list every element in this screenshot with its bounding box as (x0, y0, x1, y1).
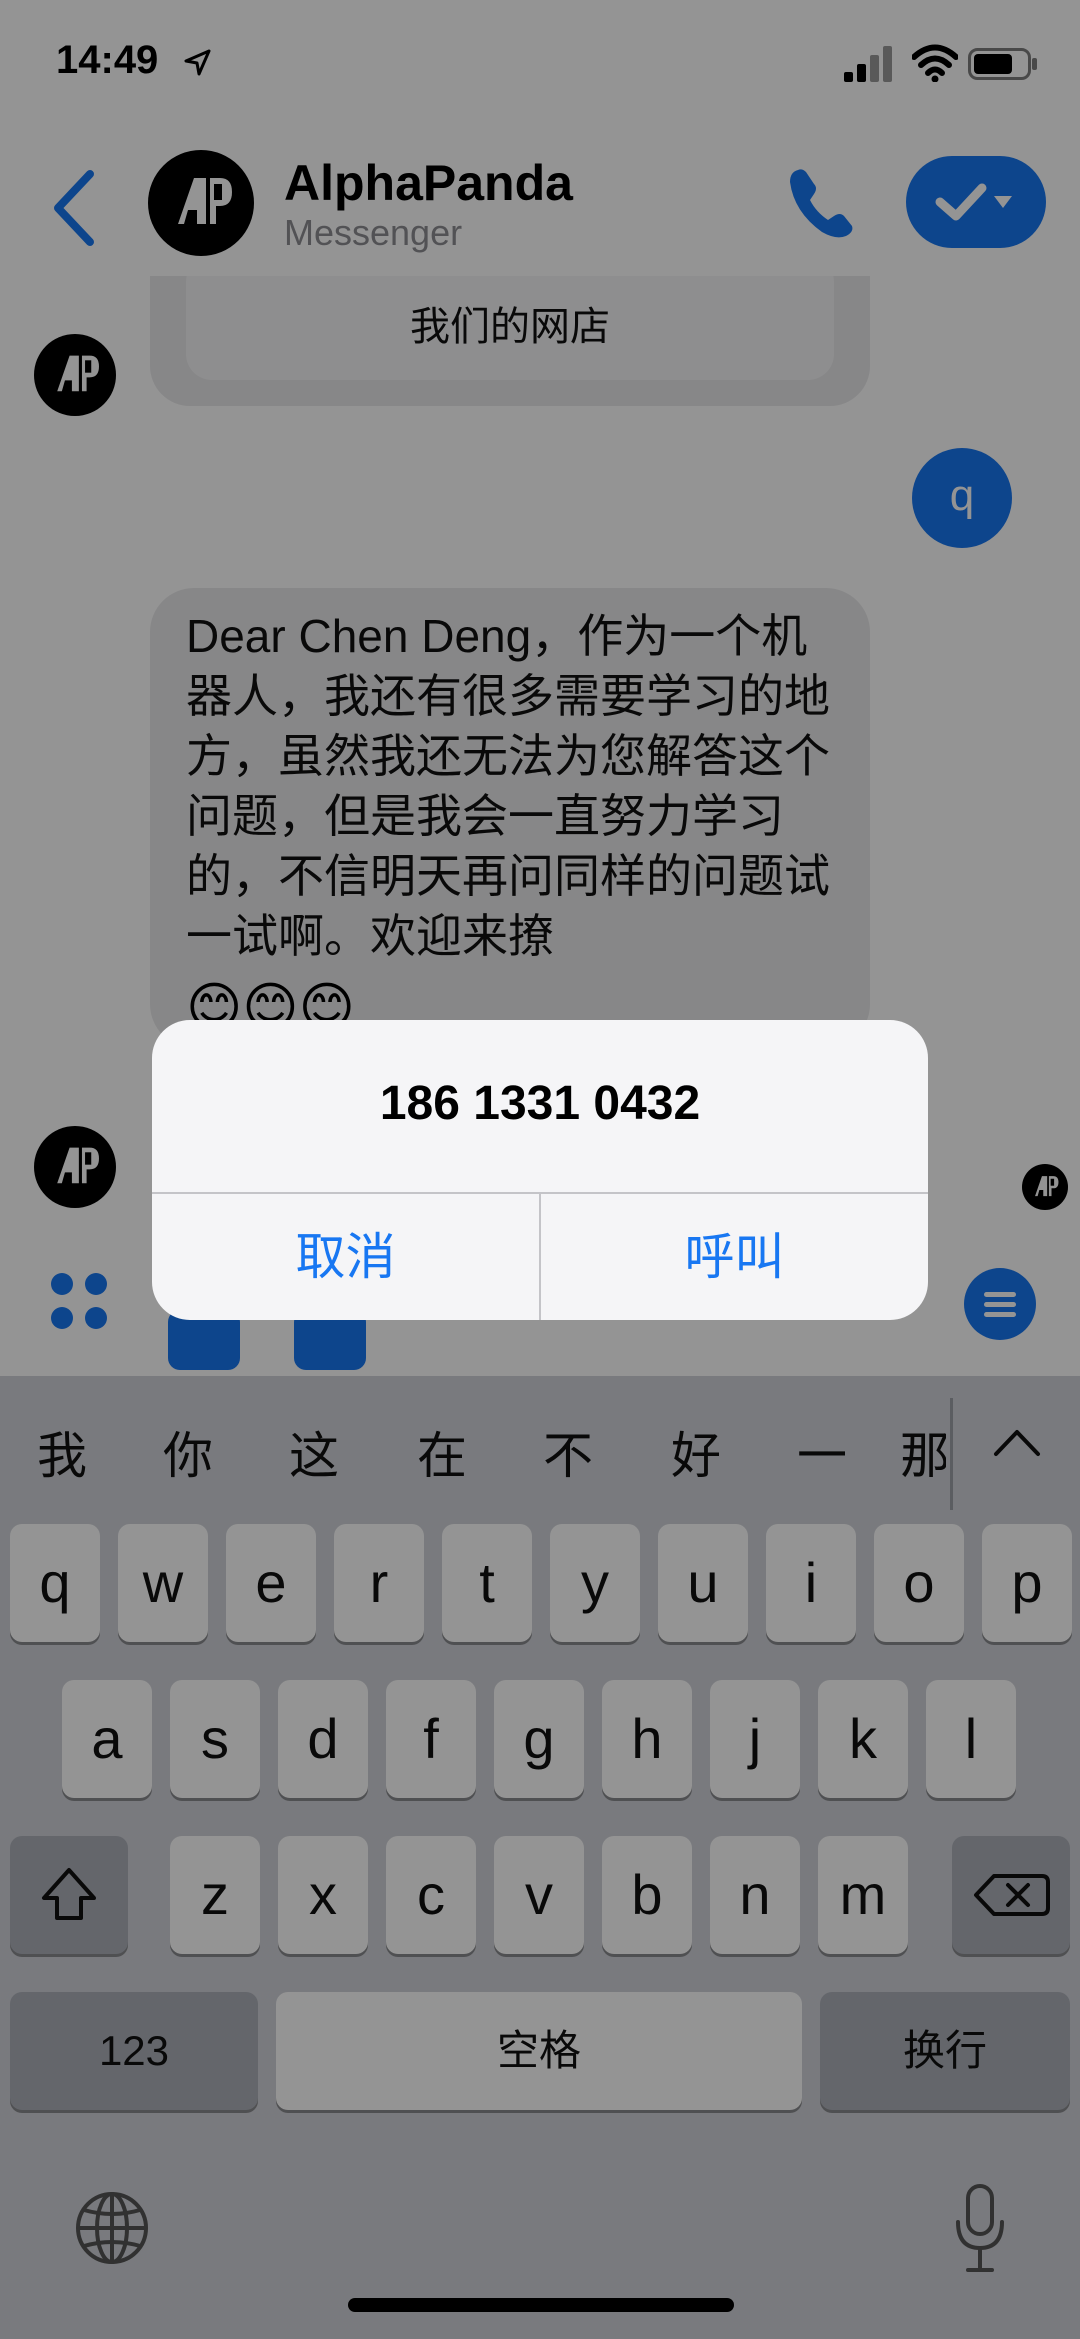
alert-phone-number: 186 1331 0432 (379, 1077, 701, 1130)
call-button[interactable]: 呼叫 (541, 1194, 928, 1320)
cancel-button[interactable]: 取消 (152, 1194, 539, 1320)
call-alert-dialog: 186 1331 0432 取消 呼叫 (152, 1020, 928, 1320)
screen: 14:49 AlphaPanda Messenger 我们的网店 q Dear … (0, 0, 1080, 2339)
